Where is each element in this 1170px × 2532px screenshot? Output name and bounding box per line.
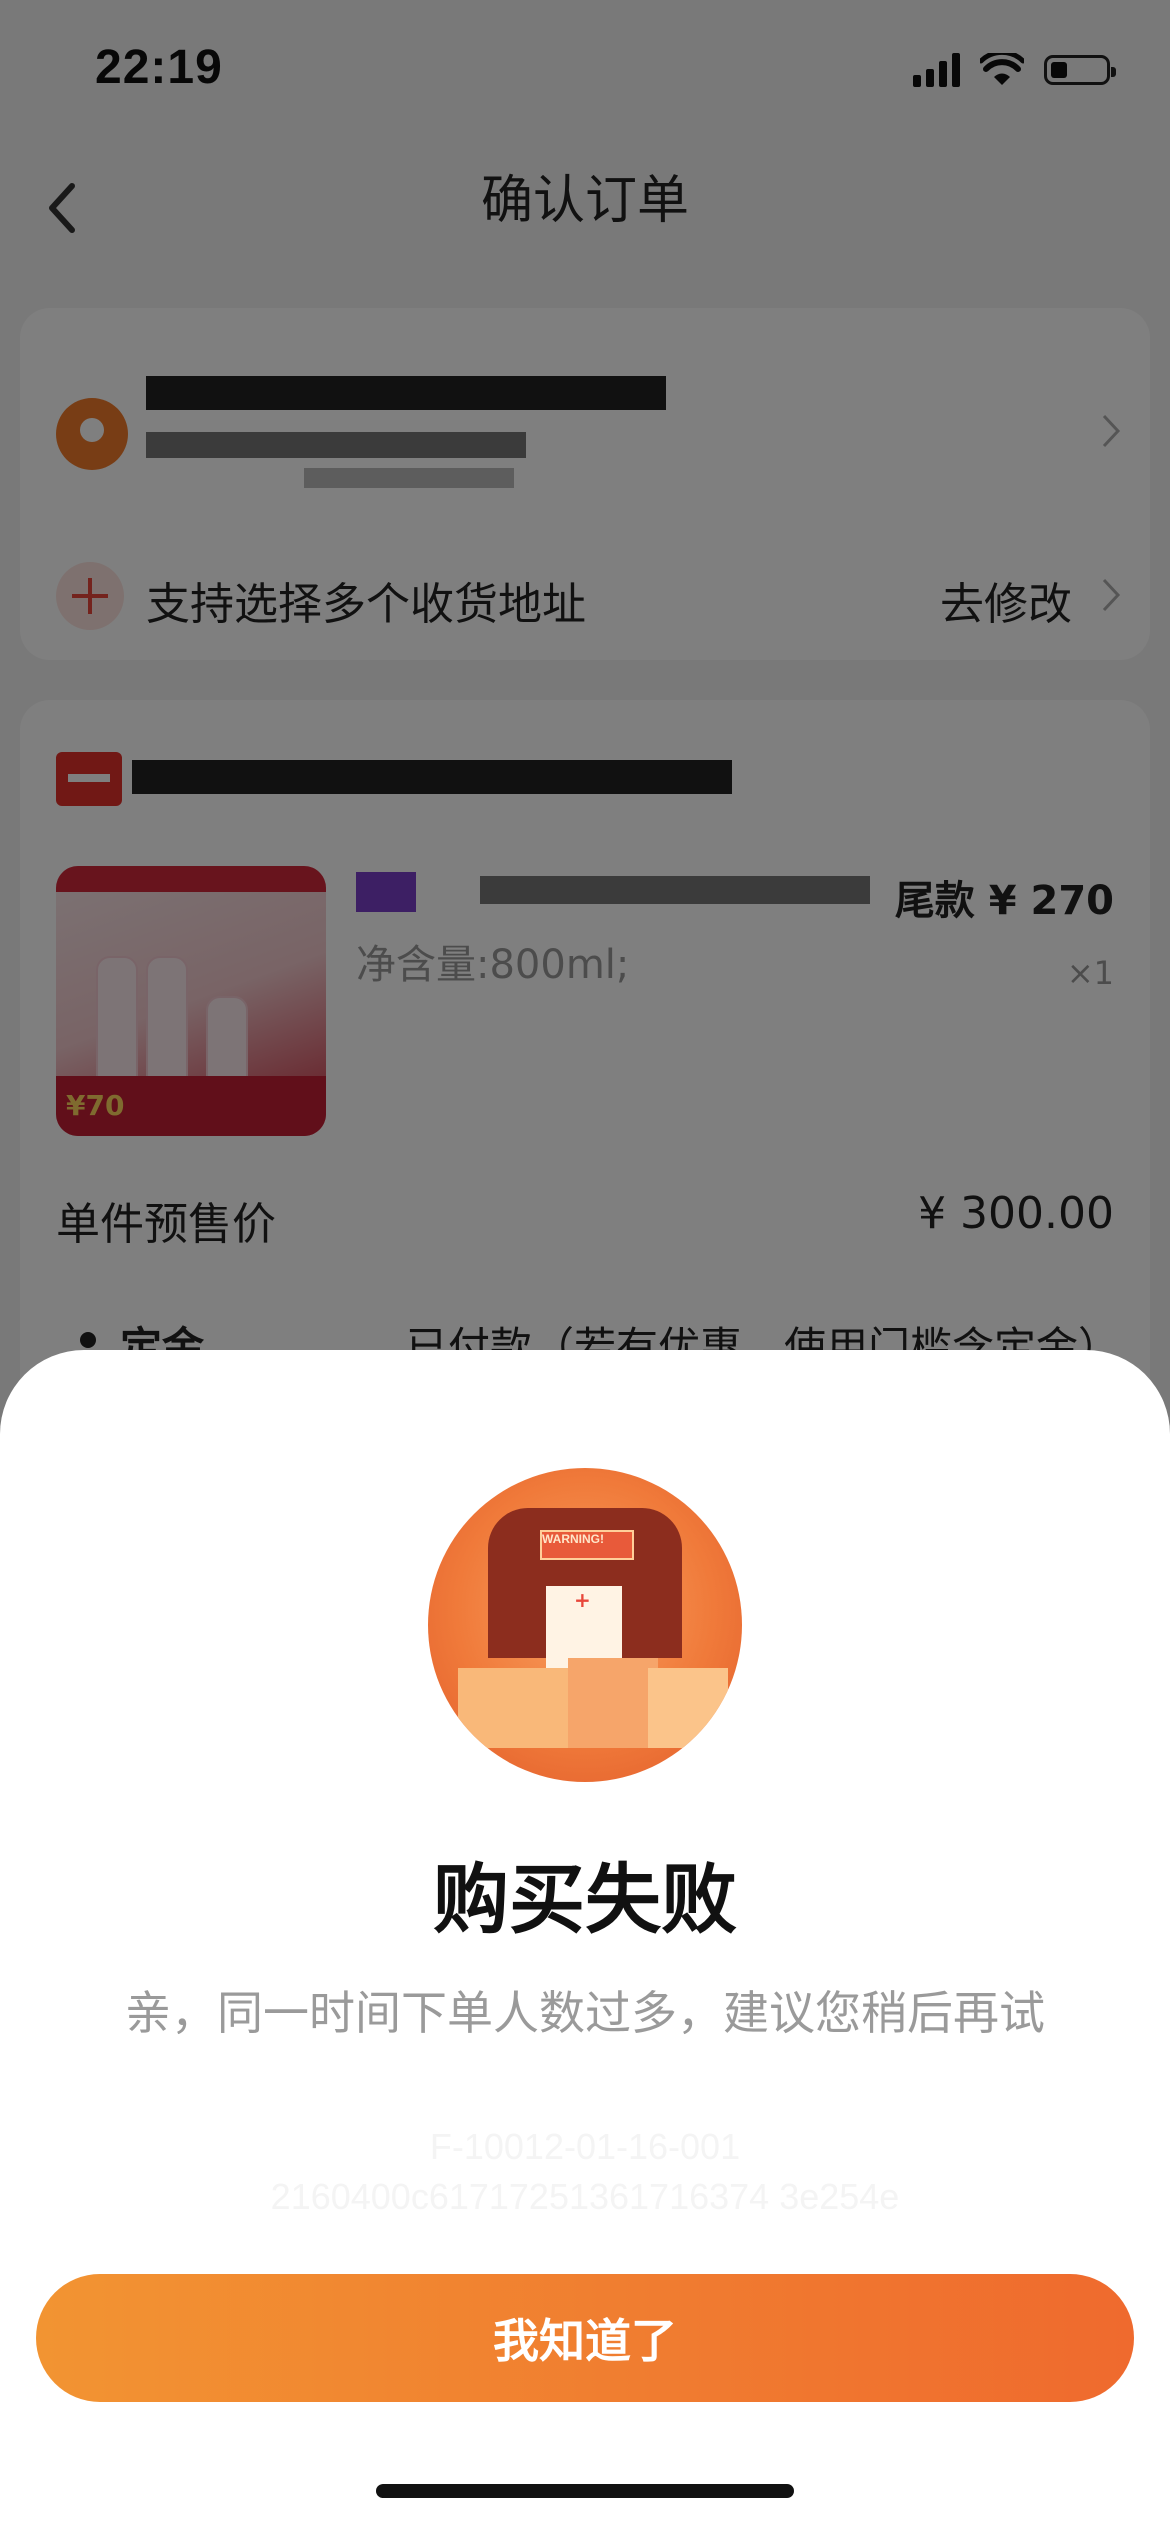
- home-indicator[interactable]: [376, 2484, 794, 2498]
- order-confirm-screen: 22:19 确认订单 支持选择多个收货地址 去修改: [0, 0, 1170, 2532]
- warning-sign-text: WARNING!: [542, 1532, 604, 1546]
- dialog-message: 亲，同一时间下单人数过多，建议您稍后再试: [125, 1986, 1045, 2040]
- dialog-title: 购买失败: [433, 1855, 737, 1944]
- error-code-line-1: F-10012-01-16-001: [429, 2126, 741, 2167]
- purchase-failed-sheet: WARNING! 购买失败 亲，同一时间下单人数过多，建议您稍后再试 F-100…: [0, 1350, 1170, 2532]
- acknowledge-button[interactable]: 我知道了: [36, 2274, 1134, 2402]
- warning-truck-illustration: WARNING!: [428, 1468, 742, 1782]
- error-code-line-2: 2160400c61717251361716374 3e254e: [270, 2176, 900, 2217]
